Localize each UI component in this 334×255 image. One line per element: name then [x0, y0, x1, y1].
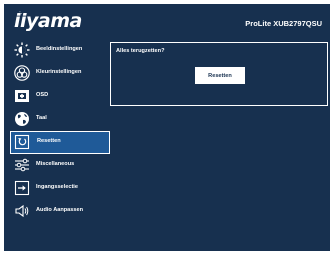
sidebar-item-label: OSD [36, 92, 49, 98]
brand-logo: iiyama [14, 10, 82, 32]
sidebar-item-label: Audio Aanpassen [36, 207, 84, 213]
osd-icon [14, 88, 30, 104]
sidebar: Beeldinstellingen Kleurinstellingen OSD … [10, 39, 110, 223]
reset-button[interactable]: Resetten [195, 67, 245, 84]
sidebar-item-label: Miscellaneous [36, 161, 75, 167]
input-icon [14, 180, 30, 196]
sidebar-item-label: Kleurinstellingen [36, 69, 82, 75]
osd-menu: ⁘ iiyama ProLite XUB2797QSU Beeldinstell… [4, 4, 330, 251]
reset-panel: Alles terugzetten? Resetten [110, 42, 328, 106]
reset-icon [14, 134, 30, 150]
sidebar-item-beeldinstellingen[interactable]: Beeldinstellingen [10, 39, 110, 62]
sidebar-item-label: Resetten [37, 138, 61, 144]
sidebar-item-label: Ingangsselectie [36, 184, 78, 190]
sidebar-item-resetten[interactable]: Resetten [10, 131, 110, 154]
speaker-icon [14, 203, 30, 219]
sidebar-item-ingangsselectie[interactable]: Ingangsselectie [10, 177, 110, 200]
sidebar-item-label: Beeldinstellingen [36, 46, 83, 52]
sidebar-item-osd[interactable]: OSD [10, 85, 110, 108]
sidebar-item-audio-aanpassen[interactable]: Audio Aanpassen [10, 200, 110, 223]
color-palette-icon [14, 65, 30, 81]
brightness-icon [14, 42, 30, 58]
sidebar-item-label: Taal [36, 115, 47, 121]
panel-question: Alles terugzetten? [116, 48, 165, 54]
sidebar-item-miscellaneous[interactable]: Miscellaneous [10, 154, 110, 177]
globe-icon [14, 111, 30, 127]
sidebar-item-taal[interactable]: Taal [10, 108, 110, 131]
model-name: ProLite XUB2797QSU [245, 19, 322, 28]
sliders-icon [14, 157, 30, 173]
sidebar-item-kleurinstellingen[interactable]: Kleurinstellingen [10, 62, 110, 85]
